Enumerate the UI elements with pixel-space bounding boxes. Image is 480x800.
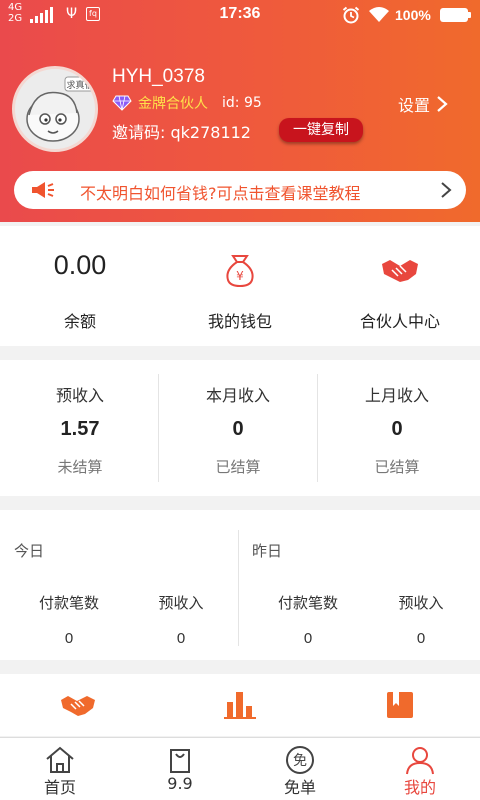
invite-code: 邀请码: qk278112 <box>112 123 251 142</box>
copy-invite-button[interactable]: 一键复制 <box>279 118 363 142</box>
handshake-icon[interactable] <box>60 686 96 722</box>
free-icon: 免 <box>286 746 314 774</box>
notice-text: 不太明白如何省钱?可点击查看课堂教程 <box>80 184 361 203</box>
balance-label: 余额 <box>63 312 96 331</box>
chevron-right-icon <box>441 182 452 198</box>
today-orders-label: 付款笔数 <box>38 594 99 612</box>
username: HYH_0378 <box>112 66 205 87</box>
tab-mine[interactable]: 我的 <box>360 738 480 800</box>
avatar-cartoon-icon: 求真伯 <box>26 76 95 142</box>
partner-center-item[interactable]: 合伙人中心 <box>320 226 480 346</box>
tab-free[interactable]: 免 免单 <box>240 738 360 800</box>
battery-percent: 100% <box>395 7 431 23</box>
daily-stats-card: 今日 付款笔数 0 预收入 0 昨日 付款笔数 0 预收入 0 <box>0 510 480 660</box>
last-month-income[interactable]: 上月收入 0 已结算 <box>317 360 477 496</box>
yesterday-orders-value: 0 <box>303 630 313 647</box>
this-month-income[interactable]: 本月收入 0 已结算 <box>158 360 318 496</box>
battery-icon <box>440 8 471 22</box>
profile-icon <box>406 747 434 775</box>
wallet-card: 0.00 余额 ¥ 我的钱包 合伙人中心 <box>0 226 480 346</box>
yesterday-orders-label: 付款笔数 <box>277 594 338 612</box>
wifi-icon <box>369 7 389 22</box>
status-bar: 4G 2G Ψ fq 17:36 100% <box>0 0 480 30</box>
tab-9-9[interactable]: 9.9 <box>120 738 240 800</box>
alarm-icon <box>342 6 360 24</box>
level-name: 金牌合伙人 <box>138 96 208 112</box>
balance-value: 0.00 <box>53 250 107 280</box>
settings-label: 设置 <box>398 96 431 115</box>
settings-button[interactable]: 设置 <box>398 92 448 116</box>
pending-income[interactable]: 预收入 1.57 未结算 <box>0 360 160 496</box>
today-title: 今日 <box>14 542 45 560</box>
svg-text:免: 免 <box>293 753 307 769</box>
profile-header: 4G 2G Ψ fq 17:36 100% 求真伯 HYH_0378 金牌合伙人… <box>0 0 480 222</box>
orders-icon[interactable] <box>382 686 418 722</box>
handshake-icon <box>382 260 418 282</box>
member-level: 金牌合伙人 id: 95 <box>112 94 262 112</box>
income-card: 预收入 1.57 未结算 本月收入 0 已结算 上月收入 0 已结算 <box>0 360 480 496</box>
money-bag-icon: ¥ <box>226 255 254 288</box>
tutorial-notice[interactable]: 不太明白如何省钱?可点击查看课堂教程 <box>14 171 466 209</box>
bottom-tab-bar: 首页 9.9 免 免单 我的 <box>0 737 480 800</box>
tab-home[interactable]: 首页 <box>0 738 120 800</box>
svg-text:求真伯: 求真伯 <box>66 79 93 91</box>
user-id: id: 95 <box>222 95 262 111</box>
my-wallet-item[interactable]: ¥ 我的钱包 <box>160 226 320 346</box>
tools-row <box>0 674 480 736</box>
bar-chart-icon[interactable] <box>222 686 258 722</box>
partner-center-label: 合伙人中心 <box>359 312 440 331</box>
svg-text:¥: ¥ <box>236 269 244 283</box>
chevron-right-icon <box>437 96 448 112</box>
today-income-label: 预收入 <box>158 594 204 612</box>
megaphone-icon <box>32 182 54 198</box>
today-income-value: 0 <box>176 630 186 647</box>
today-orders-value: 0 <box>64 630 74 647</box>
divider <box>238 530 239 646</box>
my-wallet-label: 我的钱包 <box>207 312 272 331</box>
yesterday-income-label: 预收入 <box>398 594 444 612</box>
balance-item[interactable]: 0.00 余额 <box>0 226 160 346</box>
yesterday-income-value: 0 <box>416 630 426 647</box>
diamond-icon <box>112 95 132 111</box>
home-icon <box>46 746 74 773</box>
yesterday-title: 昨日 <box>252 542 283 560</box>
avatar[interactable]: 求真伯 <box>12 66 98 152</box>
shopping-bag-icon <box>170 749 190 773</box>
